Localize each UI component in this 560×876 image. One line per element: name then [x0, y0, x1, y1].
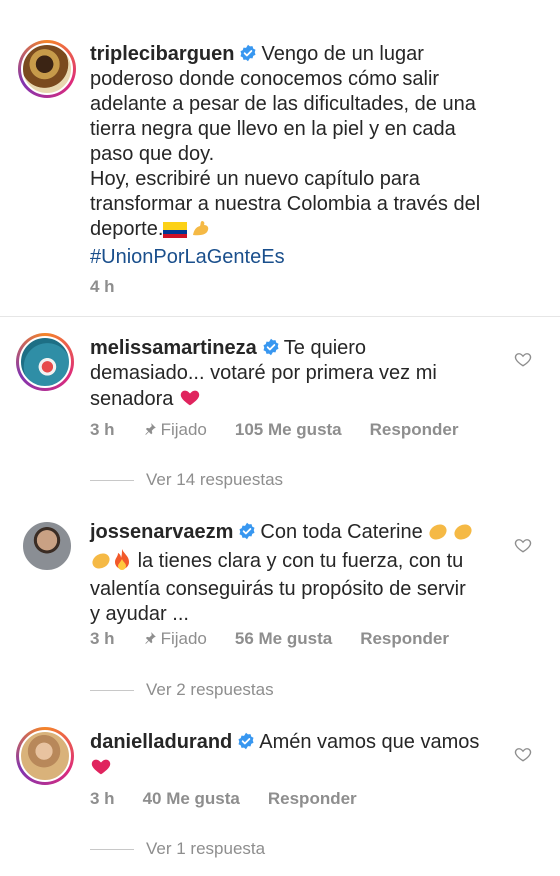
caption-meta: 4 h — [90, 277, 143, 297]
caption-line: paso que doy. — [90, 143, 215, 165]
caption-line: poderoso donde conocemos cómo salir — [90, 68, 440, 90]
avatar[interactable] — [16, 727, 74, 785]
clapping-hands-icon — [90, 550, 112, 577]
comment-timestamp: 3 h — [90, 420, 115, 439]
view-replies-button[interactable]: Ver 14 respuestas — [90, 470, 283, 490]
verified-icon — [237, 732, 255, 750]
verified-icon — [239, 44, 257, 62]
comment-text: danielladurand Amén vamos que vamos — [90, 730, 510, 781]
replies-divider-line — [90, 690, 134, 692]
comment-meta: 3 h Fijado 105 Me gusta Responder — [90, 420, 486, 440]
view-replies-label: Ver 2 respuestas — [146, 680, 274, 699]
comment-meta: 3 h 40 Me gusta Responder — [90, 789, 385, 809]
clapping-hands-icon — [427, 521, 475, 548]
replies-divider-line — [90, 480, 134, 482]
comment-line: y ayudar ... — [90, 603, 189, 625]
comment-meta: 3 h Fijado 56 Me gusta Responder — [90, 629, 477, 649]
like-heart-icon[interactable] — [514, 536, 532, 554]
comment-username[interactable]: danielladurand — [90, 731, 232, 753]
reply-button[interactable]: Responder — [268, 789, 357, 808]
comment-username[interactable]: jossenarvaezm — [90, 521, 233, 543]
caption-line: adelante a pesar de las dificultades, de… — [90, 93, 476, 115]
comment-timestamp: 3 h — [90, 629, 115, 648]
comment-line: demasiado... votaré por primera vez mi — [90, 362, 437, 384]
like-heart-icon[interactable] — [514, 350, 532, 368]
caption-line: Hoy, escribiré un nuevo capítulo para — [90, 168, 420, 190]
view-replies-label: Ver 14 respuestas — [146, 470, 284, 489]
reply-button[interactable]: Responder — [370, 420, 459, 439]
hashtag-link[interactable]: #UnionPorLaGenteEs — [90, 245, 540, 270]
likes-count[interactable]: 105 Me gusta — [235, 420, 342, 439]
caption-line: tierra negra que llevo en la piel y en c… — [90, 118, 456, 140]
caption-line: transformar a nuestra Colombia a través … — [90, 193, 481, 215]
caption-line: deporte. — [90, 218, 164, 240]
pinned-label: Fijado — [143, 420, 207, 439]
flexed-biceps-icon — [190, 218, 210, 245]
fire-icon — [112, 548, 132, 577]
pinned-label: Fijado — [143, 629, 207, 648]
verified-icon — [262, 338, 280, 356]
like-heart-icon[interactable] — [514, 745, 532, 763]
view-replies-button[interactable]: Ver 1 respuesta — [90, 839, 265, 859]
comment-line: Te quiero — [283, 337, 367, 359]
replies-divider-line — [90, 849, 134, 851]
avatar[interactable] — [18, 517, 76, 575]
comment-timestamp: 3 h — [90, 789, 115, 808]
colombia-flag-icon — [163, 220, 188, 245]
red-heart-icon — [179, 386, 201, 408]
comment-line: valentía conseguirás tu propósito de ser… — [90, 578, 466, 600]
comment-username[interactable]: melissamartineza — [90, 337, 257, 359]
pin-icon — [143, 422, 157, 436]
view-replies-label: Ver 1 respuesta — [146, 839, 266, 858]
view-replies-button[interactable]: Ver 2 respuestas — [90, 680, 274, 700]
verified-icon — [238, 522, 256, 540]
comment-line: la tienes clara y con tu fuerza, con tu — [137, 550, 464, 572]
caption-timestamp: 4 h — [90, 277, 115, 296]
caption-text: triplecibarguen Vengo de un lugar poderos… — [90, 42, 540, 270]
red-heart-icon — [90, 755, 112, 777]
comment-text: melissamartineza Te quiero demasiado... v… — [90, 336, 510, 412]
comment-text: jossenarvaezm Con toda Caterine la tienes… — [90, 520, 510, 627]
reply-button[interactable]: Responder — [360, 629, 449, 648]
divider — [0, 316, 560, 317]
avatar[interactable] — [18, 40, 76, 98]
likes-count[interactable]: 56 Me gusta — [235, 629, 332, 648]
caption-username[interactable]: triplecibarguen — [90, 43, 234, 65]
avatar[interactable] — [16, 333, 74, 391]
caption-line: Vengo de un lugar — [261, 43, 424, 65]
comment-line: senadora — [90, 388, 174, 410]
pin-icon — [143, 631, 157, 645]
comment-line: Amén vamos que vamos — [259, 731, 480, 753]
post-caption: triplecibarguen Vengo de un lugar poderos… — [0, 0, 560, 316]
comment-line: Con toda Caterine — [260, 521, 423, 543]
likes-count[interactable]: 40 Me gusta — [143, 789, 240, 808]
